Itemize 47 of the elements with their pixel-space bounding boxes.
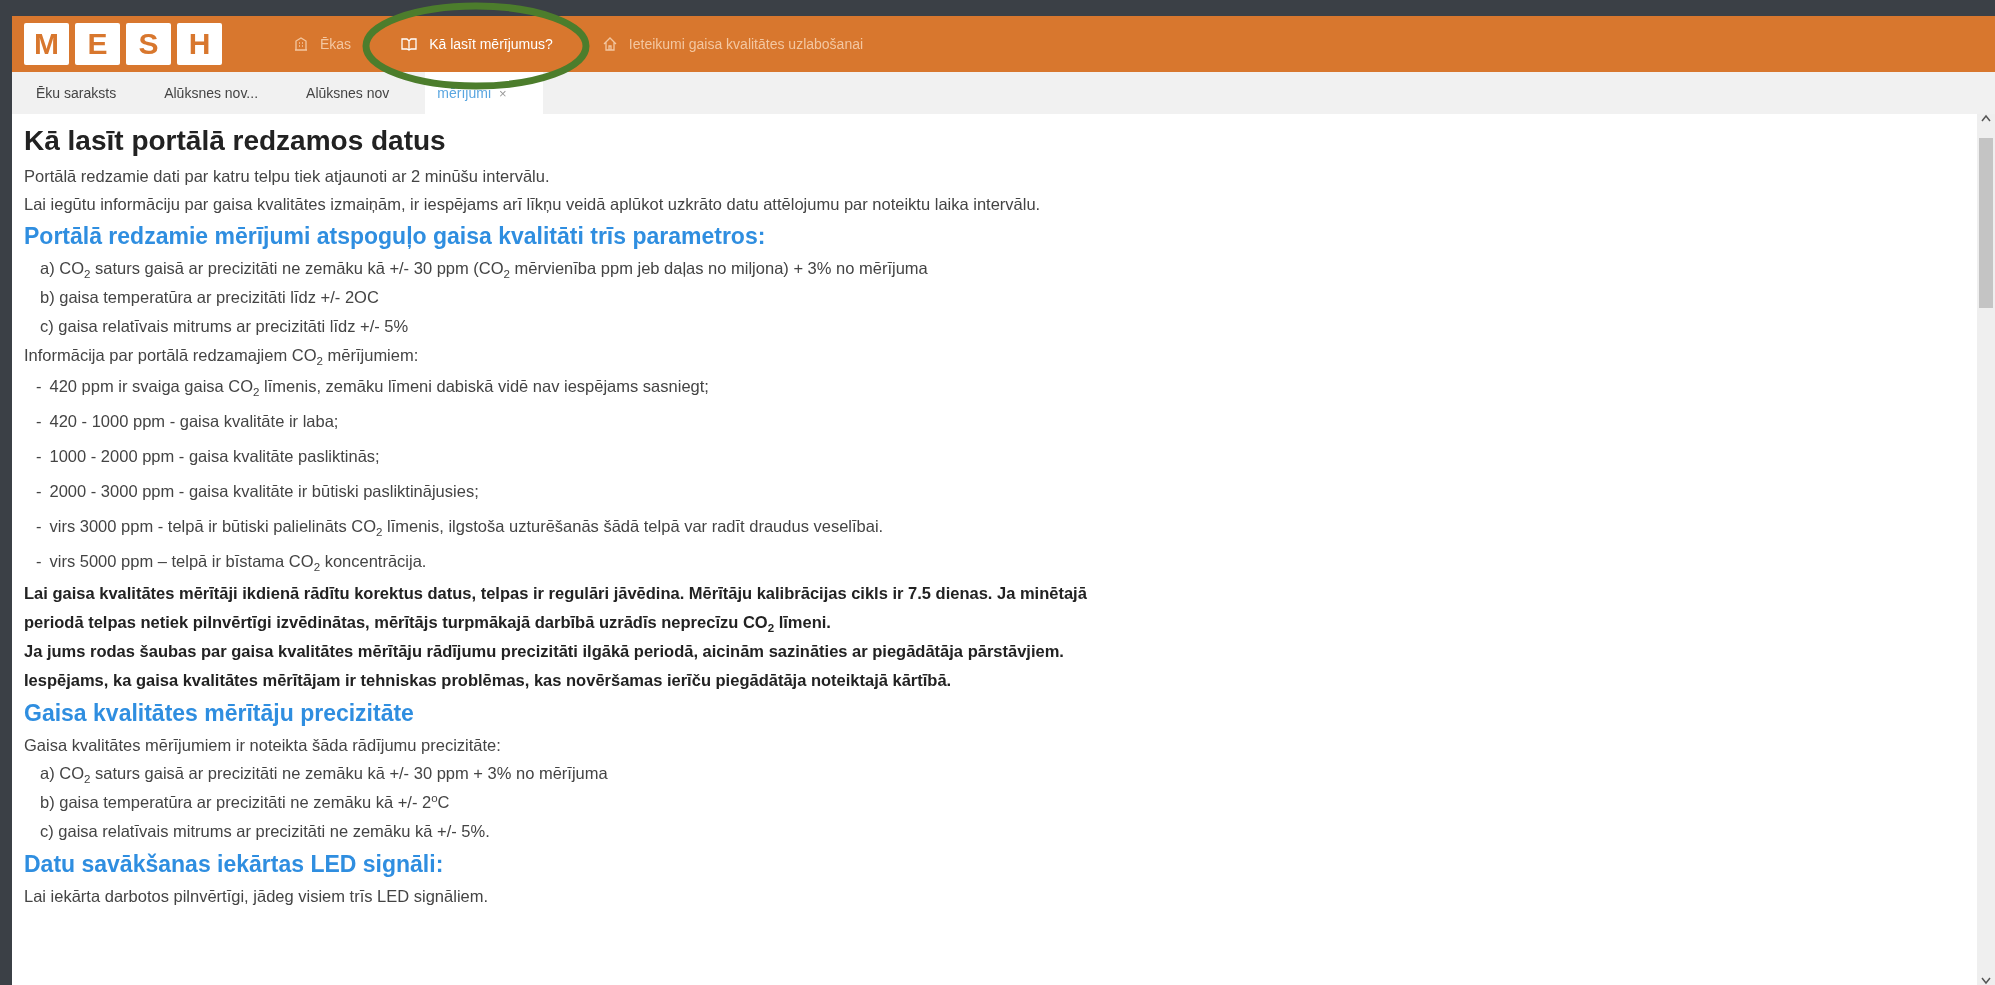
logo-letter: M [24,23,69,65]
logo-letter: H [177,23,222,65]
nav-link[interactable]: Ieteikumi gaisa kvalitātes uzlabošanai [602,36,864,52]
section-heading: Gaisa kvalitātes mērītāju precizitāte [24,699,415,728]
scrollbar[interactable] [1977,114,1995,985]
close-icon[interactable]: × [499,85,507,101]
list-item: virs 3000 ppm - telpā ir būtiski palielināts CO$_{2}$ līmenis, ilgstoša uzturēšanās šādā telpā var radīt draudus veselībai. [49,516,884,541]
list-item: 420 ppm ir svaiga gaisa CO$_{2}$ līmenis, zemāku līmeni dabiskā vidē nav iespējams sasniegt; [49,376,709,401]
tab[interactable]: Ēku saraksts [24,72,153,114]
book-icon [401,37,418,51]
bold-paragraph: Lai gaisa kvalitātes mērītāji ikdienā rādītu korektus datus, telpas ir regulāri jāvēdina. Mērītāju kalibrācijas cikls ir 7.5 dienas. Ja minētajā periodā telpas netiek pilnvērtīgi izvēdinātas, mērītājs turpmākajā darbībā uzrādīs neprecīzu CO$_{2}$ līmeni. [24,583,1088,637]
list-dash: - [36,446,42,467]
list-dash: - [36,376,42,397]
nav-link[interactable]: Kā lasīt mērījumus? [401,36,553,52]
list-item: b) gaisa temperatūra ar precizitāti ne zemāku kā +/- 2$^{o}$C [39,790,451,813]
tab[interactable]: Alūksnes nov... [152,72,295,114]
list-item: 420 - 1000 ppm - gaisa kvalitāte ir laba; [49,411,339,432]
list-item: virs 5000 ppm – telpā ir bīstama CO$_{2}$ koncentrācija. [49,551,427,576]
paragraph: Informācija par portālā redzamajiem CO$_{2}$ mērījumiem: [24,345,420,369]
list-item: c) gaisa relatīvais mitrums ar precizitāti ne zemāku kā +/- 5%. [39,821,491,842]
scrollbar-thumb[interactable] [1979,138,1993,308]
paragraph: Lai iekārta darbotos pilnvērtīgi, jādeg visiem trīs LED signāliem. [24,886,490,907]
list-item: 1000 - 2000 ppm - gaisa kvalitāte pasliktinās; [49,446,380,467]
scroll-up-icon[interactable] [1981,114,1991,122]
building-icon [294,37,308,51]
list-item: a) CO$_{2}$ saturs gaisā ar precizitāti ne zemāku kā +/- 30 ppm + 3% no mērījuma [39,763,609,788]
list-item: b) gaisa temperatūra ar precizitāti līdz +/- 2OC [39,287,380,308]
list-dash: - [36,516,42,537]
list-item: c) gaisa relatīvais mitrums ar precizitāti līdz +/- 5% [39,316,410,337]
logo-letter: E [75,23,120,65]
list-dash: - [36,551,42,572]
house-icon [602,37,617,51]
paragraph: Lai iegūtu informāciju par gaisa kvalitātes izmaiņām, ir iespējams arī līkņu veidā aplūkot uzkrāto datu attēlojumu par noteiktu laika intervālu. [24,194,1042,215]
bold-paragraph: Ja jums rodas šaubas par gaisa kvalitātes mērītāju rādījumu precizitāti ilgākā periodā, aicinām sazināties ar piegādātāja pārstāvjiem. Iespējams, ka gaisa kvalitātes mērītājam ir tehniskas problēmas, kas novēršamas ierīču piegādātāja noteiktajā kārtībā. [24,641,1065,691]
paragraph: Gaisa kvalitātes mērījumiem ir noteikta šāda rādījumu precizitāte: [24,735,502,756]
page-title: Kā lasīt portālā redzamos datus [24,124,447,158]
paragraph: Portālā redzamie dati par katru telpu tiek atjaunoti ar 2 minūšu intervālu. [24,166,551,187]
section-heading: Datu savākšanas iekārtas LED signāli: [24,850,445,879]
list-item: 2000 - 3000 ppm - gaisa kvalitāte ir būtiski pasliktinājusies; [49,481,479,502]
tab[interactable]: Alūksnes nov [294,72,426,114]
list-item: a) CO$_{2}$ saturs gaisā ar precizitāti ne zemāku kā +/- 30 ppm (CO$_{2}$ mērvienība ppm jeb daļas no miljona) + 3% no mērījuma [39,258,929,283]
list-dash: - [36,411,42,432]
nav-link[interactable]: Ēkas [294,36,352,52]
logo-letter: S [126,23,171,65]
scroll-down-icon[interactable] [1981,977,1991,985]
section-heading: Portālā redzamie mērījumi atspoguļo gaisa kvalitāti trīs parametros: [24,222,767,251]
list-dash: - [36,481,42,502]
